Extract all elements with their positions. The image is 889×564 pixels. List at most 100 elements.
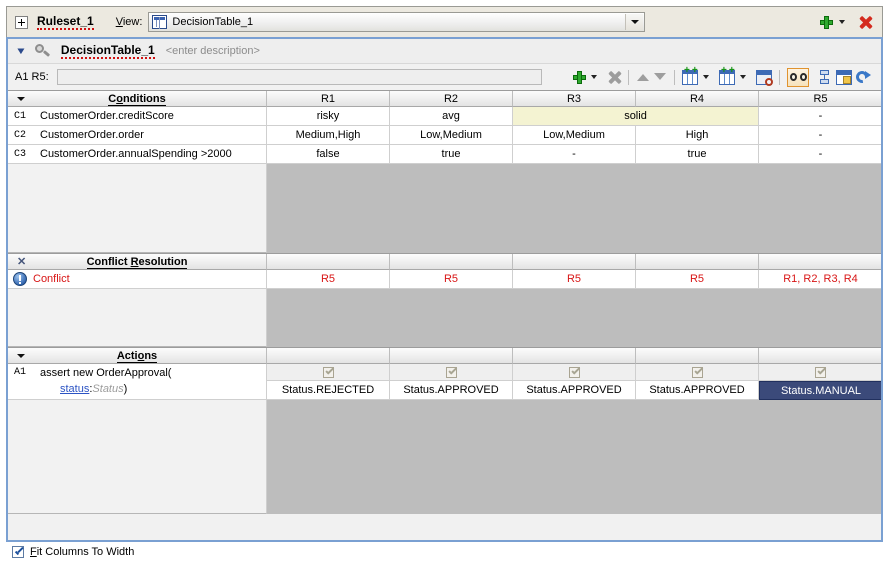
action-value-cell[interactable]: Status.APPROVED (636, 381, 759, 400)
conflict-column-header (636, 254, 759, 270)
conflict-cell[interactable]: R1, R2, R3, R4 (759, 270, 881, 289)
view-label-rest: iew: (122, 16, 143, 28)
condition-cell[interactable]: - (759, 126, 881, 145)
condition-cell[interactable]: Low,Medium (390, 126, 513, 145)
chevron-down-icon[interactable] (17, 97, 25, 101)
compact-table-icon[interactable] (817, 69, 833, 85)
conflict-row-label[interactable]: Conflict (8, 270, 267, 289)
condition-cell[interactable]: Low,Medium (513, 126, 636, 145)
column-header-r4[interactable]: R4 (636, 91, 759, 107)
condition-cell[interactable]: false (267, 145, 390, 164)
table-properties-icon[interactable] (836, 69, 852, 85)
action-parameter: status:Status) (60, 383, 127, 395)
action-values-column: Status.REJECTED Status.APPROVED Status.A… (267, 364, 881, 400)
actions-title-post: ns (144, 350, 158, 362)
actions-column-header (513, 348, 636, 364)
conflict-label: Conflict (33, 272, 70, 285)
condition-cell[interactable]: - (759, 107, 881, 126)
close-x-icon[interactable]: ✕ (17, 257, 26, 268)
add-icon[interactable] (573, 70, 586, 84)
condition-row-label[interactable]: C3 CustomerOrder.annualSpending >2000 (8, 145, 267, 164)
formula-input[interactable] (56, 69, 542, 85)
refresh-icon[interactable] (855, 70, 871, 85)
action-value-cell[interactable]: Status.APPROVED (390, 381, 513, 400)
analyze-table-icon[interactable] (756, 69, 773, 86)
condition-cell[interactable]: avg (390, 107, 513, 126)
chevron-down-icon[interactable] (17, 354, 25, 358)
red-x-icon[interactable] (859, 16, 872, 29)
actions-title-pre: Acti (116, 350, 138, 362)
condition-cell[interactable]: true (390, 145, 513, 164)
formula-bar: A1 R5: ++ ++ (8, 64, 881, 90)
chevron-down-icon[interactable] (591, 75, 597, 79)
action-checkbox-cell[interactable] (636, 364, 759, 381)
table-row: C3 CustomerOrder.annualSpending >2000 fa… (8, 145, 881, 164)
chevron-down-icon[interactable] (839, 20, 845, 24)
decision-table-panel: ▼ DecisionTable_1 <enter description> A1… (6, 37, 883, 542)
decision-table-description[interactable]: <enter description> (166, 45, 260, 57)
column-header-r2[interactable]: R2 (390, 91, 513, 107)
condition-expression: CustomerOrder.creditScore (40, 109, 174, 122)
conflict-cell[interactable]: R5 (513, 270, 636, 289)
show-conflicts-icon[interactable] (787, 67, 809, 87)
action-value-cell[interactable]: Status.APPROVED (513, 381, 636, 400)
move-up-icon[interactable] (636, 70, 650, 84)
action-expression: assert new OrderApproval( (40, 367, 172, 379)
magnifier-icon[interactable] (34, 44, 51, 58)
action-row-id: A1 (14, 367, 27, 378)
view-combobox-arrow[interactable] (625, 14, 644, 30)
column-header-r1[interactable]: R1 (267, 91, 390, 107)
conflict-cell[interactable]: R5 (636, 270, 759, 289)
move-down-icon[interactable] (653, 70, 667, 84)
split-table-icon[interactable]: ++ (682, 65, 698, 85)
condition-row-label[interactable]: C1 CustomerOrder.creditScore (8, 107, 267, 126)
delete-icon[interactable] (608, 71, 621, 84)
actions-section-header[interactable]: Actions (8, 348, 267, 364)
view-combobox-value: DecisionTable_1 (172, 16, 254, 28)
action-value-cell[interactable]: Status.REJECTED (267, 381, 390, 400)
conflict-cell[interactable]: R5 (267, 270, 390, 289)
conflict-warning-icon (13, 272, 27, 286)
condition-cell[interactable]: - (759, 145, 881, 164)
conflict-resolution-section-header[interactable]: ✕ Conflict Resolution (8, 254, 267, 270)
conflict-column-header (267, 254, 390, 270)
conflict-cell[interactable]: R5 (390, 270, 513, 289)
merge-table-icon[interactable]: ++ (719, 65, 735, 85)
column-header-r3[interactable]: R3 (513, 91, 636, 107)
action-checkbox-cell[interactable] (513, 364, 636, 381)
condition-row-id: C3 (14, 148, 27, 160)
conflict-empty-label-area (8, 289, 267, 347)
fit-columns-label[interactable]: Fit Columns To Width (30, 546, 134, 558)
green-plus-icon[interactable] (820, 15, 833, 29)
condition-cell[interactable]: true (636, 145, 759, 164)
column-header-r5[interactable]: R5 (759, 91, 881, 107)
condition-cell[interactable]: High (636, 126, 759, 145)
conflict-header-row: ✕ Conflict Resolution (8, 254, 881, 270)
conflict-resolution-section: ✕ Conflict Resolution Conflict R5 R5 R5 … (8, 253, 881, 347)
chevron-down-icon[interactable] (703, 75, 709, 79)
condition-row-label[interactable]: C2 CustomerOrder.order (8, 126, 267, 145)
decision-table-editor: Ruleset_1 View: DecisionTable_1 ▼ Decisi… (0, 0, 889, 564)
action-row-label[interactable]: A1 assert new OrderApproval( status:Stat… (8, 364, 267, 400)
action-checkbox-cell[interactable] (759, 364, 881, 381)
chevron-down-icon[interactable] (740, 75, 746, 79)
fit-columns-checkbox[interactable] (12, 545, 24, 558)
condition-cell-spanned[interactable]: solid (513, 107, 759, 126)
decision-table-header: ▼ DecisionTable_1 <enter description> (8, 39, 881, 64)
action-value-cell-selected[interactable]: Status.MANUAL (759, 381, 881, 400)
action-parameter-name[interactable]: status (60, 383, 89, 395)
double-chevron-icon[interactable]: ▼ (15, 46, 27, 56)
action-checkbox-cell[interactable] (390, 364, 513, 381)
conditions-title-post: nditions (122, 93, 166, 105)
expand-ruleset-icon[interactable] (15, 15, 28, 29)
condition-row-id: C2 (14, 129, 27, 141)
actions-header-row: Actions (8, 348, 881, 364)
view-combobox[interactable]: DecisionTable_1 (148, 12, 646, 32)
actions-column-header (636, 348, 759, 364)
condition-cell[interactable]: - (513, 145, 636, 164)
action-checkbox-cell[interactable] (267, 364, 390, 381)
condition-expression: CustomerOrder.order (40, 128, 144, 141)
condition-cell[interactable]: risky (267, 107, 390, 126)
conditions-section-header[interactable]: Conditions (8, 91, 267, 107)
condition-cell[interactable]: Medium,High (267, 126, 390, 145)
